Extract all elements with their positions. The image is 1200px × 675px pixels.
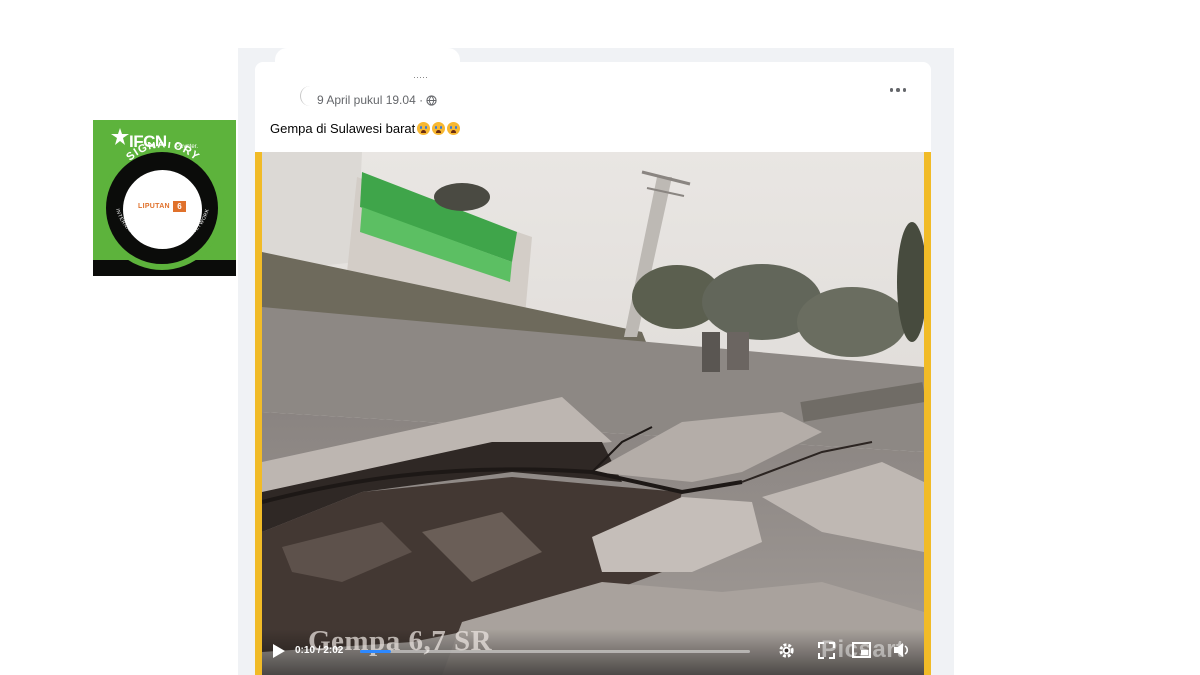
post-text: Gempa di Sulawesi barat: [270, 121, 461, 136]
crying-emoji-icon: [417, 122, 431, 135]
post-timestamp[interactable]: 9 April pukul 19.04 ·: [317, 93, 423, 107]
author-name-fragment: ·····: [413, 74, 428, 80]
more-options-button[interactable]: [884, 80, 912, 100]
post-meta: 9 April pukul 19.04 ·: [317, 93, 437, 107]
watermark: Picsart: [821, 636, 905, 663]
signatory-arc-text: SIGNATORY: [124, 142, 202, 163]
video-frame: [262, 152, 924, 675]
video-player[interactable]: [255, 152, 931, 675]
svg-text:INTERNATIONAL FACT-CHECKING NE: INTERNATIONAL FACT-CHECKING NETWORK: [114, 208, 211, 247]
crying-emoji-icon: [432, 122, 446, 135]
settings-icon[interactable]: [777, 641, 796, 660]
more-horizontal-icon: [889, 88, 894, 92]
video-progress-fill: [360, 650, 392, 653]
video-progress-bar[interactable]: [360, 650, 750, 653]
post-message: Gempa di Sulawesi barat: [270, 121, 416, 136]
more-dot: [902, 88, 907, 92]
crying-emoji-icon: [447, 122, 461, 135]
more-dot: [896, 88, 900, 92]
svg-text:SIGNATORY: SIGNATORY: [124, 142, 202, 163]
video-time: 0:10 / 2:02: [295, 645, 344, 656]
globe-icon: [426, 94, 437, 106]
ifcn-signatory-badge: IFCN Poynter. SIGNATORY LIPUTAN 6 INTERN…: [93, 120, 236, 276]
play-icon[interactable]: [272, 643, 286, 659]
